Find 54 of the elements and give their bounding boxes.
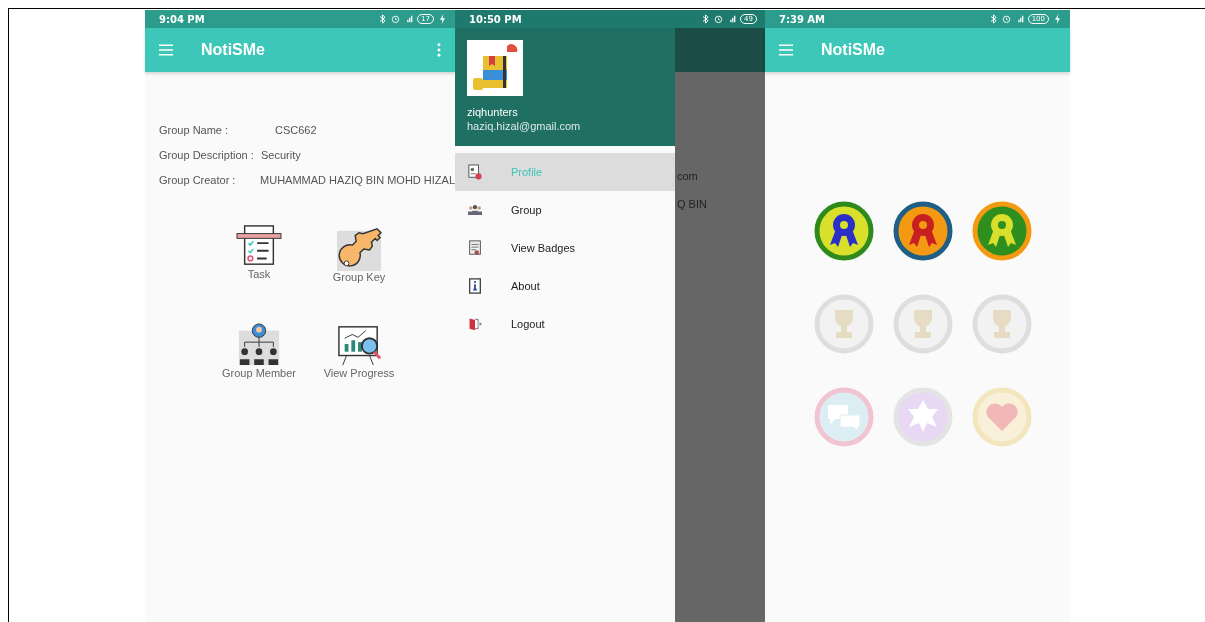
detail-value: CSC662 [275,124,317,136]
notebook-bell-icon [467,40,523,96]
trophy-badge[interactable] [972,294,1032,354]
profile-card-icon [468,164,482,180]
app-title: NotiSMe [821,41,886,59]
alarm-clock-icon [391,14,401,24]
ribbon-badge[interactable] [814,201,874,261]
detail-label: Group Name : [159,124,230,136]
bluetooth-icon [988,14,998,24]
status-time: 10:50 PM [469,13,522,25]
menu-tile[interactable]: View Progress [309,323,409,379]
menu-icon[interactable] [159,44,173,56]
menu-tile[interactable]: Group Key [309,227,409,283]
drawer-item[interactable]: Logout [455,305,675,343]
trophy-badge[interactable] [893,294,953,354]
detail-value: MUHAMMAD HAZIQ BIN MOHD HIZAL [260,174,455,186]
exit-door-icon [468,316,482,332]
background-text: Q BIN [677,198,707,210]
email: haziq.hizal@gmail.com [467,120,582,132]
star-badge[interactable] [893,387,953,447]
chart-magnifier-icon [335,323,383,367]
menu-tile[interactable]: Group Member [209,323,309,379]
menu-icon[interactable] [779,44,793,56]
signal-icon [727,14,737,24]
document-icon [468,240,482,256]
drawer-item[interactable]: Group [455,191,675,229]
detail-label: Group Creator : [159,174,237,186]
people-icon [468,202,482,218]
background-text: com [677,170,699,182]
ribbon-badge[interactable] [972,201,1032,261]
heart-badge[interactable] [972,387,1032,447]
charging-bolt-icon [1053,14,1062,24]
alarm-clock-icon [714,14,724,24]
signal-icon [404,14,414,24]
menu-tile[interactable]: Task [209,224,309,283]
more-options-icon[interactable] [437,43,441,57]
key-icon [335,227,383,271]
ribbon-badge[interactable] [893,201,953,261]
detail-label: Group Description : [159,149,255,161]
status-time: 7:39 AM [779,13,826,25]
alarm-clock-icon [1001,14,1011,24]
username: ziqhunters [467,106,519,118]
charging-bolt-icon [438,14,447,24]
bluetooth-icon [378,14,388,24]
bluetooth-icon [701,14,711,24]
app-title: NotiSMe [201,41,266,59]
status-time: 9:04 PM [159,13,205,25]
checklist-icon [235,224,283,268]
drawer-item[interactable]: About [455,267,675,305]
drawer-item[interactable]: View Badges [455,229,675,267]
trophy-badge[interactable] [814,294,874,354]
detail-value: Security [261,149,301,161]
chat-badge[interactable] [814,387,874,447]
info-book-icon [468,278,482,294]
